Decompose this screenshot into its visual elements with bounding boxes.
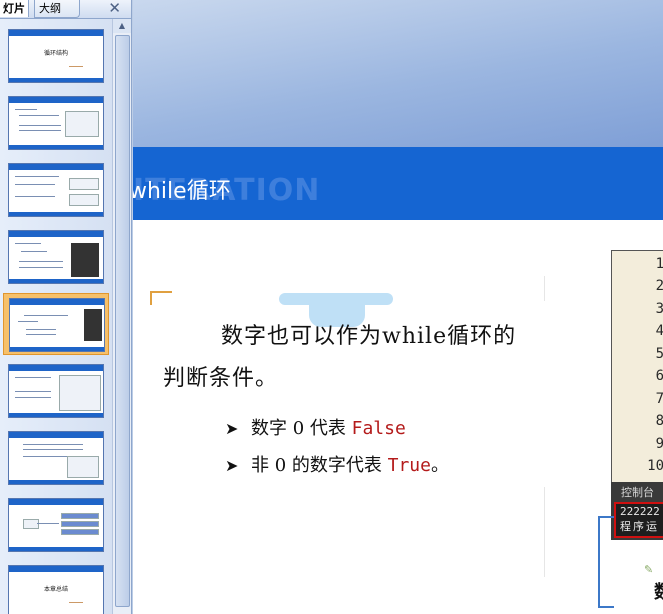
line-number: 3 [655, 301, 663, 317]
thumbnail-preview [8, 364, 104, 418]
console-panel: 控制台 222222 程序运 [611, 482, 663, 540]
bullet-item[interactable]: ➤ 数字 0 代表 False [225, 414, 406, 440]
code-screenshot: 1 2 3 4 5 6 7 8 9 10 [611, 250, 663, 484]
callout-text: 数 [654, 578, 663, 604]
line-number: 2 [655, 278, 663, 294]
thumbnail-list: 循环结构 本章总结 [0, 19, 112, 614]
bullet-text: 数字 0 代表 [251, 418, 352, 439]
scroll-up-icon[interactable]: ▲ [113, 19, 131, 33]
bullet-text: 非 0 的数字代表 [251, 455, 388, 476]
line-number: 1 [655, 256, 663, 272]
bullet-keyword: False [351, 418, 406, 439]
slide-header-background [133, 0, 663, 147]
panel-tabs: 灯片 大纲 ✕ [0, 0, 131, 19]
close-icon[interactable]: ✕ [108, 0, 121, 17]
line-number: 6 [655, 368, 663, 384]
corner-decoration [150, 291, 172, 305]
thumbnail-preview [8, 431, 104, 485]
tab-outline[interactable]: 大纲 [34, 0, 80, 18]
pen-icon: ✎ [644, 563, 654, 576]
console-output-line: 222222 [620, 505, 660, 518]
slide-thumbnail-3[interactable] [3, 159, 107, 219]
slides-panel: 灯片 大纲 ✕ 循环结构 本章总结 ▲ [0, 0, 132, 614]
line-number: 4 [655, 323, 663, 339]
thumbnail-preview: 本章总结 [8, 565, 104, 614]
line-number: 10 [647, 458, 663, 474]
thumbnail-preview [8, 498, 104, 552]
thumbnail-preview [8, 96, 104, 150]
bullet-arrow-icon: ➤ [225, 456, 239, 475]
thumbnail-preview [8, 230, 104, 284]
bullet-item[interactable]: ➤ 非 0 的数字代表 True。 [225, 451, 449, 477]
thumbnail-preview [8, 163, 104, 217]
thumbnail-title: 本章总结 [43, 586, 68, 593]
console-output-line: 程序运 [620, 520, 659, 533]
divider [544, 487, 545, 577]
line-number: 7 [655, 391, 663, 407]
line-number: 5 [655, 346, 663, 362]
console-output-highlight: 222222 程序运 [614, 502, 663, 538]
tab-slides[interactable]: 灯片 [0, 0, 29, 17]
slide-thumbnail-7[interactable] [3, 427, 107, 487]
scrollbar-thumb[interactable] [115, 35, 130, 607]
bullet-suffix: 。 [430, 455, 449, 476]
slide-canvas[interactable]: ITERATION while循环 数字也可以作为while循环的 判断条件。 … [133, 0, 663, 614]
slide-thumbnail-1[interactable]: 循环结构 [3, 25, 107, 85]
divider [544, 276, 545, 301]
connector-line [598, 516, 614, 608]
body-text-line[interactable]: 数字也可以作为while循环的 [221, 318, 516, 350]
thumbnail-title: 循环结构 [43, 50, 68, 57]
body-text-line[interactable]: 判断条件。 [163, 360, 278, 392]
slide-thumbnail-8[interactable] [3, 494, 107, 554]
line-number: 8 [655, 413, 663, 429]
line-number: 9 [655, 436, 663, 452]
slide-editor: ITERATION while循环 数字也可以作为while循环的 判断条件。 … [132, 0, 663, 614]
slide-thumbnail-9[interactable]: 本章总结 [3, 561, 107, 614]
slide-title[interactable]: while循环 [133, 173, 231, 205]
slide-thumbnail-2[interactable] [3, 92, 107, 152]
console-title: 控制台 [621, 486, 654, 499]
slide-thumbnail-6[interactable] [3, 360, 107, 420]
slide-thumbnail-4[interactable] [3, 226, 107, 286]
bullet-arrow-icon: ➤ [225, 419, 239, 438]
thumbnail-preview: 循环结构 [8, 29, 104, 83]
thumbnail-preview [9, 298, 105, 352]
panel-scrollbar[interactable]: ▲ [112, 19, 131, 614]
bullet-keyword: True [387, 455, 431, 476]
slide-thumbnail-5[interactable] [3, 293, 109, 355]
title-banner: ITERATION while循环 [133, 147, 663, 220]
